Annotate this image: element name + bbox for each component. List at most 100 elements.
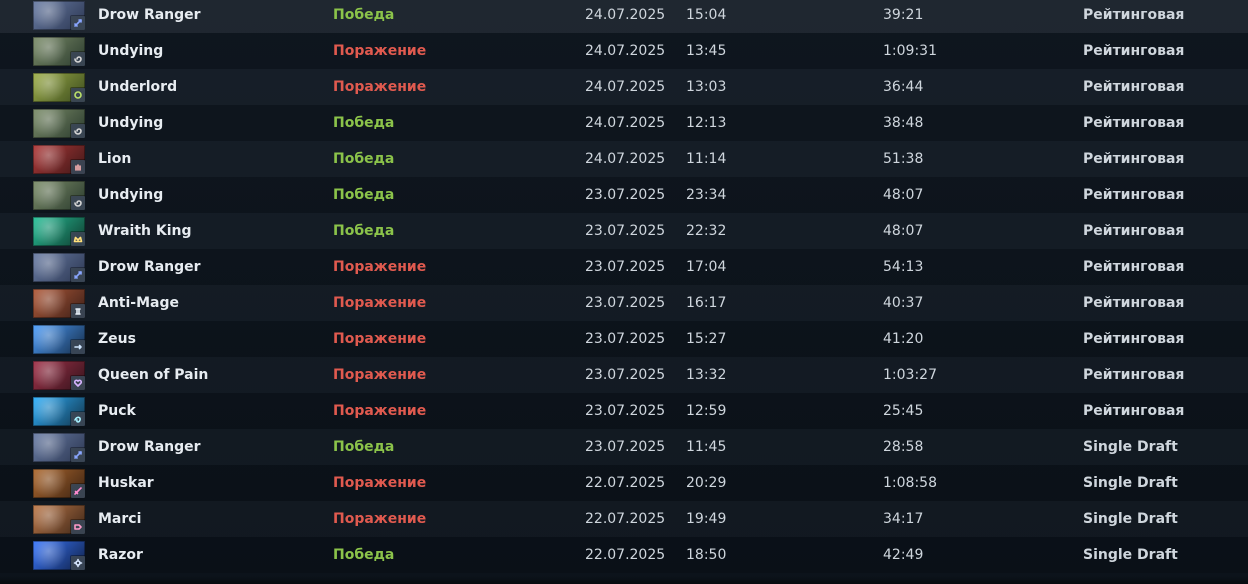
match-duration: 48:07: [883, 223, 924, 239]
match-date: 24.07.2025: [585, 7, 666, 23]
hero-portrait[interactable]: [33, 181, 85, 210]
game-mode: Рейтинговая: [1083, 295, 1185, 311]
table-row[interactable]: Puck Поражение 23.07.2025 12:59 25:45 Рейтинг…: [0, 393, 1248, 429]
table-row[interactable]: Underlord Поражение 24.07.2025 13:03 36:44 Ре…: [0, 69, 1248, 105]
match-date: 22.07.2025: [585, 511, 666, 527]
match-date: 23.07.2025: [585, 439, 666, 455]
hero-portrait[interactable]: [33, 37, 85, 66]
hero-name[interactable]: Underlord: [98, 69, 177, 105]
table-row[interactable]: Queen of Pain Поражение 23.07.2025 13:32 1:0…: [0, 357, 1248, 393]
table-row[interactable]: Drow Ranger Победа 23.07.2025 11:45 28:58 Sin…: [0, 429, 1248, 465]
hero-name[interactable]: Undying: [98, 33, 163, 69]
hero-name[interactable]: Puck: [98, 393, 136, 429]
hero-portrait[interactable]: [33, 1, 85, 30]
match-result: Победа: [333, 223, 395, 239]
match-time: 17:04: [686, 259, 727, 275]
match-time: 20:29: [686, 475, 727, 491]
game-mode: Рейтинговая: [1083, 187, 1185, 203]
hero-portrait[interactable]: [33, 289, 85, 318]
match-duration: 39:21: [883, 7, 924, 23]
game-mode: Рейтинговая: [1083, 331, 1185, 347]
hero-name[interactable]: Undying: [98, 105, 163, 141]
match-time: 11:45: [686, 439, 727, 455]
gear-icon: [71, 556, 85, 570]
match-result: Поражение: [333, 79, 427, 95]
match-result: Поражение: [333, 259, 427, 275]
hero-portrait[interactable]: [33, 145, 85, 174]
match-date: 24.07.2025: [585, 151, 666, 167]
match-history-page: Drow Ranger Победа 24.07.2025 15:04 39:21 Рей…: [0, 0, 1248, 584]
table-row[interactable]: Huskar Поражение 22.07.2025 20:29 1:08:58 Sin…: [0, 465, 1248, 501]
match-result: Поражение: [333, 367, 427, 383]
hero-name[interactable]: Drow Ranger: [98, 0, 201, 33]
match-time: 19:49: [686, 511, 727, 527]
match-result: Поражение: [333, 511, 427, 527]
hero-portrait[interactable]: [33, 469, 85, 498]
match-date: 23.07.2025: [585, 331, 666, 347]
hero-name[interactable]: Drow Ranger: [98, 249, 201, 285]
match-time: 18:50: [686, 547, 727, 563]
hero-portrait[interactable]: [33, 253, 85, 282]
bow-icon: [71, 448, 85, 462]
match-duration: 28:58: [883, 439, 924, 455]
hero-name[interactable]: Queen of Pain: [98, 357, 208, 393]
hero-portrait[interactable]: [33, 433, 85, 462]
table-row[interactable]: Razor Победа 22.07.2025 18:50 42:49 Single Dr…: [0, 537, 1248, 573]
hero-name[interactable]: Zeus: [98, 321, 136, 357]
table-row[interactable]: Undying Победа 24.07.2025 12:13 38:48 Рейтинг…: [0, 105, 1248, 141]
table-row[interactable]: Lion Победа 24.07.2025 11:14 51:38 Рейтингова…: [0, 141, 1248, 177]
bolt-icon: [71, 340, 85, 354]
table-row[interactable]: Zeus Поражение 23.07.2025 15:27 41:20 Рейтинг…: [0, 321, 1248, 357]
match-date: 23.07.2025: [585, 223, 666, 239]
game-mode: Рейтинговая: [1083, 115, 1185, 131]
hero-portrait[interactable]: [33, 325, 85, 354]
match-result: Победа: [333, 151, 395, 167]
game-mode: Single Draft: [1083, 511, 1178, 527]
game-mode: Рейтинговая: [1083, 151, 1185, 167]
table-row[interactable]: Drow Ranger Победа 24.07.2025 15:04 39:21 Рей…: [0, 0, 1248, 33]
match-time: 15:04: [686, 7, 727, 23]
match-time: 11:14: [686, 151, 727, 167]
game-mode: Single Draft: [1083, 547, 1178, 563]
game-mode: Рейтинговая: [1083, 223, 1185, 239]
hero-name[interactable]: Lion: [98, 141, 131, 177]
game-mode: Single Draft: [1083, 475, 1178, 491]
match-time: 13:45: [686, 43, 727, 59]
game-mode: Рейтинговая: [1083, 7, 1185, 23]
game-mode: Рейтинговая: [1083, 43, 1185, 59]
hero-portrait[interactable]: [33, 361, 85, 390]
hero-name[interactable]: Huskar: [98, 465, 154, 501]
match-time: 12:59: [686, 403, 727, 419]
fist-icon: [71, 520, 85, 534]
match-date: 24.07.2025: [585, 115, 666, 131]
hero-portrait[interactable]: [33, 217, 85, 246]
match-duration: 1:09:31: [883, 43, 937, 59]
hero-portrait[interactable]: [33, 109, 85, 138]
match-result: Победа: [333, 547, 395, 563]
table-row[interactable]: Undying Поражение 24.07.2025 13:45 1:09:31 Ре…: [0, 33, 1248, 69]
match-duration: 40:37: [883, 295, 924, 311]
table-row[interactable]: Drow Ranger Поражение 23.07.2025 17:04 54:13…: [0, 249, 1248, 285]
hero-portrait[interactable]: [33, 397, 85, 426]
match-duration: 1:08:58: [883, 475, 937, 491]
hero-name[interactable]: Anti-Mage: [98, 285, 179, 321]
match-result: Победа: [333, 439, 395, 455]
table-row[interactable]: Anti-Mage Поражение 23.07.2025 16:17 40:37 Ре…: [0, 285, 1248, 321]
hero-name[interactable]: Wraith King: [98, 213, 192, 249]
swirl-icon: [71, 412, 85, 426]
table-row[interactable]: Marci Поражение 22.07.2025 19:49 34:17 Single…: [0, 501, 1248, 537]
hero-portrait[interactable]: [33, 73, 85, 102]
match-duration: 51:38: [883, 151, 924, 167]
hero-portrait[interactable]: [33, 505, 85, 534]
game-mode: Рейтинговая: [1083, 367, 1185, 383]
hero-name[interactable]: Razor: [98, 537, 143, 573]
hero-portrait[interactable]: [33, 541, 85, 570]
table-row[interactable]: Undying Победа 23.07.2025 23:34 48:07 Рейтинг…: [0, 177, 1248, 213]
game-mode: Рейтинговая: [1083, 403, 1185, 419]
hero-name[interactable]: Marci: [98, 501, 141, 537]
match-time: 12:13: [686, 115, 727, 131]
hero-name[interactable]: Drow Ranger: [98, 429, 201, 465]
hero-name[interactable]: Undying: [98, 177, 163, 213]
table-row[interactable]: Wraith King Победа 23.07.2025 22:32 48:07 Рей…: [0, 213, 1248, 249]
match-duration: 42:49: [883, 547, 924, 563]
